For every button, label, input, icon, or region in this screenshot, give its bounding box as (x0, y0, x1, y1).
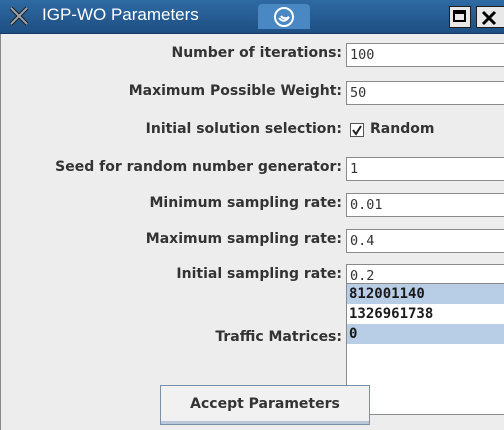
close-button[interactable] (476, 6, 504, 28)
maximize-icon (453, 10, 466, 22)
maximize-button[interactable] (449, 6, 471, 28)
list-item[interactable]: 1326961738 (347, 304, 504, 324)
random-checkbox-label[interactable]: Random (370, 121, 434, 137)
max-weight-input[interactable]: 50 (346, 81, 504, 105)
checkmark-icon (352, 125, 362, 136)
x-app-icon[interactable] (8, 5, 30, 27)
seed-input[interactable]: 1 (346, 157, 504, 181)
min-rate-label: Minimum sampling rate: (149, 195, 343, 211)
iterations-input[interactable]: 100 (346, 43, 504, 67)
form-panel: Number of iterations: 100 Maximum Possib… (0, 34, 504, 430)
min-rate-input[interactable]: 0.01 (346, 193, 504, 217)
initial-solution-label: Initial solution selection: (145, 121, 342, 137)
max-rate-input[interactable]: 0.4 (346, 229, 504, 253)
traffic-matrices-label: Traffic Matrices: (215, 329, 342, 345)
max-weight-label: Maximum Possible Weight: (128, 83, 342, 99)
accept-parameters-button[interactable]: Accept Parameters (160, 385, 370, 425)
title-bar[interactable]: IGP-WO Parameters (0, 0, 504, 34)
random-checkbox[interactable] (350, 123, 364, 137)
swirl-icon (274, 7, 294, 27)
parameters-window: IGP-WO Parameters Number of iterations: … (0, 0, 504, 430)
window-title: IGP-WO Parameters (42, 5, 199, 24)
max-rate-label: Maximum sampling rate: (145, 231, 342, 247)
window-tab[interactable] (258, 4, 310, 29)
list-item[interactable]: 0 (347, 324, 504, 344)
close-icon (481, 10, 497, 26)
list-item[interactable]: 812001140 (347, 284, 504, 304)
init-rate-label: Initial sampling rate: (176, 266, 342, 282)
iterations-label: Number of iterations: (171, 45, 343, 61)
seed-label: Seed for random number generator: (55, 159, 342, 175)
